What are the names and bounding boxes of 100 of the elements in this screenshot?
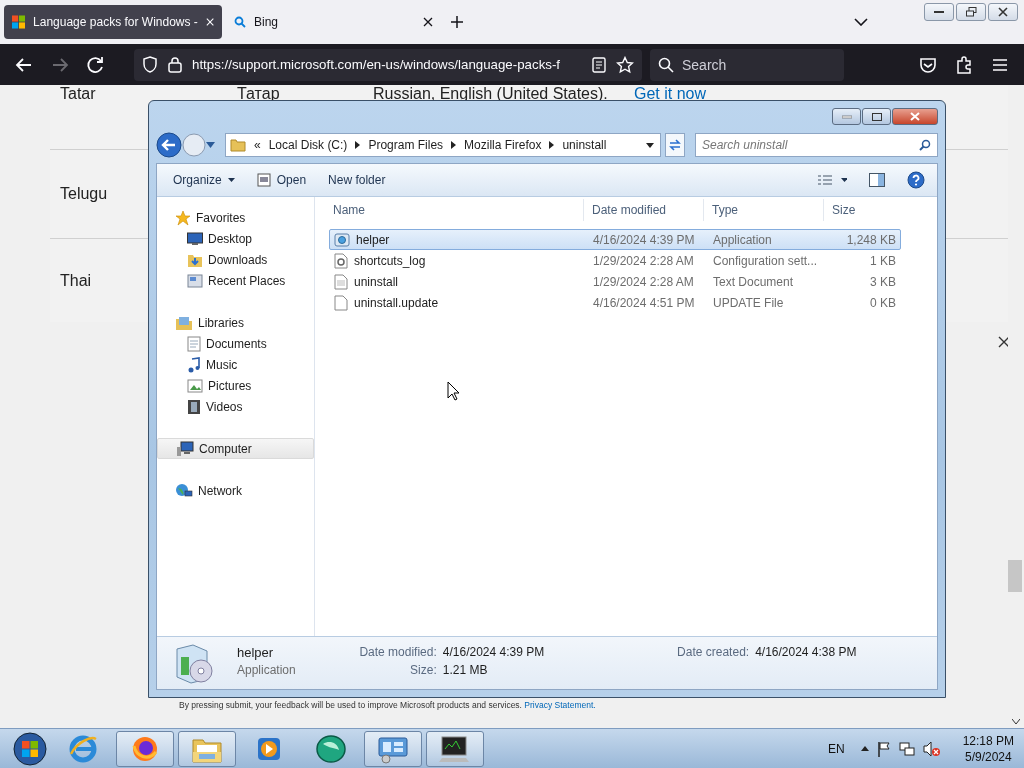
search-field[interactable]: Search uninstall — [695, 133, 938, 157]
language-indicator[interactable]: EN — [827, 741, 845, 756]
file-name: helper — [237, 645, 275, 662]
recent-places-icon — [187, 272, 203, 289]
feedback-notice: By pressing submit, your feedback will be used to improve Microsoft products and services. Privacy Statement. — [179, 700, 597, 710]
star-icon[interactable] — [616, 55, 634, 74]
nav-item[interactable]: Favorites — [157, 207, 314, 228]
column-header[interactable]: Name — [329, 199, 584, 221]
nav-item[interactable]: Network — [157, 480, 314, 501]
file-row[interactable]: helper 4/16/2024 4:39 PM Application 1,248 KB — [329, 229, 901, 250]
search-field[interactable]: Search — [650, 48, 844, 81]
caret-icon[interactable] — [206, 142, 215, 148]
breadcrumb-item[interactable]: Local Disk (C:) — [268, 138, 348, 152]
breadcrumb-item[interactable]: Program Files — [368, 138, 444, 152]
nav-item[interactable]: Recent Places — [157, 270, 314, 291]
text-file-icon — [334, 273, 348, 290]
address-bar[interactable]: « Local Disk (C:) Program Files Mozilla Firefox uninstall — [225, 133, 661, 157]
documents-icon — [187, 335, 201, 352]
privacy-link[interactable]: Privacy Statement. — [524, 700, 596, 710]
clock-date[interactable]: 5/9/2024 — [964, 748, 1012, 765]
nav-item[interactable]: Pictures — [157, 375, 314, 396]
taskbar-button[interactable] — [426, 730, 484, 767]
close-button[interactable] — [988, 3, 1018, 21]
windows-logo-icon — [12, 14, 26, 30]
detail-label: Date created: — [676, 645, 750, 661]
music-icon — [187, 356, 201, 373]
scroll-down-icon[interactable] — [1012, 719, 1020, 724]
help-icon[interactable] — [907, 171, 925, 189]
browser-e-icon — [68, 733, 98, 764]
back-icon[interactable] — [156, 132, 182, 158]
minimize-button[interactable] — [924, 3, 954, 21]
file-row[interactable]: uninstall 1/29/2024 2:28 AM Text Document 3 KB — [329, 271, 901, 292]
refresh-button[interactable] — [665, 133, 685, 157]
detail-label: Date modified: — [358, 645, 437, 661]
column-header[interactable]: Type — [704, 199, 824, 221]
close-button[interactable] — [892, 108, 938, 125]
refresh-icon — [668, 139, 682, 151]
computer-icon — [176, 440, 194, 457]
lock-icon[interactable] — [168, 56, 182, 73]
shield-icon[interactable] — [142, 56, 158, 73]
nav-item[interactable]: Computer — [157, 438, 314, 459]
table-cell-text: Thai — [59, 271, 92, 290]
nav-item[interactable]: Libraries — [157, 312, 314, 333]
address-bar[interactable]: https://support.microsoft.com/en-us/windows/language-packs-f — [134, 48, 642, 81]
view-options-icon[interactable] — [817, 174, 847, 186]
nav-item[interactable]: Videos — [157, 396, 314, 417]
settings-file-icon — [334, 252, 348, 269]
taskbar-button[interactable] — [116, 730, 174, 767]
search-icon — [658, 56, 674, 73]
folder-icon — [230, 138, 246, 152]
chevron-down-icon[interactable] — [854, 18, 868, 26]
detail-value: 1.21 MB — [442, 663, 489, 679]
plus-icon[interactable] — [451, 16, 463, 28]
scrollbar-thumb[interactable] — [1008, 560, 1022, 592]
nav-item[interactable]: Downloads — [157, 249, 314, 270]
chevron-right-icon — [355, 141, 361, 149]
detail-value: 4/16/2024 4:39 PM — [442, 645, 546, 661]
file-row[interactable]: uninstall.update 4/16/2024 4:51 PM UPDATE File 0 KB — [329, 292, 901, 313]
table-cell-text: Татар — [236, 85, 280, 103]
preview-pane-icon[interactable] — [869, 173, 885, 187]
application-icon — [334, 231, 350, 248]
toolbar-button[interactable]: Open — [248, 170, 315, 190]
toolbar-button[interactable]: Organize — [165, 170, 243, 190]
detail-value: 4/16/2024 4:38 PM — [755, 645, 858, 661]
maximize-icon — [871, 112, 882, 121]
search-icon[interactable] — [919, 139, 931, 151]
network-icon[interactable] — [898, 740, 915, 757]
close-icon[interactable] — [423, 17, 433, 27]
breadcrumb-item[interactable]: Mozilla Firefox — [464, 138, 542, 152]
monitor-icon — [439, 733, 471, 764]
column-header[interactable]: Date modified — [584, 199, 704, 221]
dropdown-arrow-icon[interactable] — [646, 142, 654, 148]
file-row[interactable]: shortcuts_log 1/29/2024 2:28 AM Configuration sett... 1 KB — [329, 250, 901, 271]
nav-item[interactable]: Documents — [157, 333, 314, 354]
open-icon — [256, 173, 271, 187]
restore-button[interactable] — [956, 3, 986, 21]
library-icon — [175, 314, 193, 331]
pictures-icon — [187, 378, 203, 393]
flag-icon[interactable] — [876, 740, 891, 757]
column-header[interactable]: Size — [824, 199, 901, 221]
reader-view-icon[interactable] — [592, 56, 606, 73]
globe-icon — [315, 733, 347, 764]
file-type: Application — [237, 663, 297, 679]
breadcrumb-overflow[interactable]: « — [254, 138, 261, 152]
table-cell-text: Telugu — [59, 185, 108, 203]
get-it-now-link[interactable]: Get it now — [624, 85, 707, 103]
start-orb-icon[interactable] — [13, 731, 47, 766]
maximize-button[interactable] — [862, 108, 891, 125]
browser-tab[interactable]: Language packs for Windows - — [4, 5, 222, 39]
restore-icon — [965, 7, 977, 17]
nav-item[interactable]: Desktop — [157, 228, 314, 249]
close-icon[interactable] — [998, 336, 1010, 348]
toolbar-button[interactable]: New folder — [320, 170, 394, 190]
chevron-up-icon[interactable] — [860, 746, 869, 751]
film-icon — [187, 398, 201, 415]
muted-speaker-icon[interactable] — [922, 740, 941, 757]
browser-tab[interactable]: Bing — [226, 5, 441, 39]
breadcrumb-item[interactable]: uninstall — [562, 138, 607, 152]
nav-item[interactable]: Music — [157, 354, 314, 375]
clock-time[interactable]: 12:18 PM — [962, 732, 1014, 749]
